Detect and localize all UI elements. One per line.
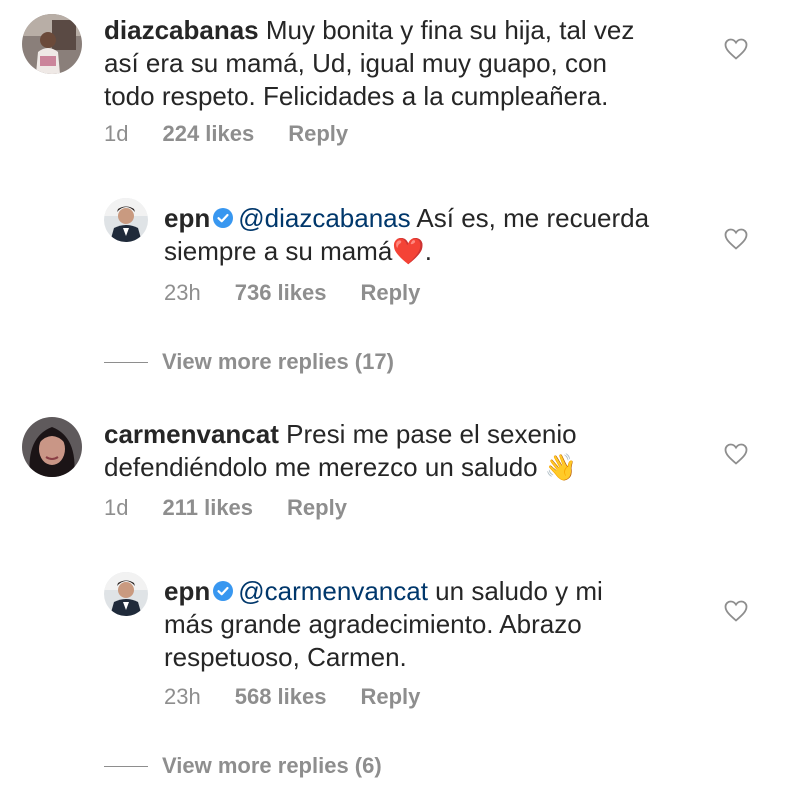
timestamp: 23h [164, 280, 201, 305]
avatar[interactable] [22, 14, 82, 74]
username[interactable]: epn [164, 203, 210, 233]
likes-count[interactable]: 568 likes [235, 684, 327, 710]
comment-meta: 1d 211 likes Reply [104, 495, 381, 521]
waving-hand-emoji: 👋 [544, 452, 578, 482]
likes-count[interactable]: 224 likes [162, 121, 254, 147]
view-more-replies-button[interactable]: View more replies (6) [104, 753, 382, 779]
reply-meta: 23h 568 likes Reply [164, 684, 454, 710]
divider-line [104, 361, 148, 363]
verified-badge-icon [212, 577, 234, 601]
avatar[interactable] [22, 417, 82, 477]
heart-emoji: ❤️ [392, 236, 425, 266]
like-heart-icon[interactable] [724, 228, 748, 250]
likes-count[interactable]: 211 likes [162, 495, 253, 521]
comment-meta: 1d 224 likes Reply [104, 121, 382, 147]
username[interactable]: epn [164, 576, 210, 606]
verified-badge-icon [212, 204, 234, 228]
avatar[interactable] [104, 572, 148, 616]
timestamp: 1d [104, 121, 129, 146]
comment-text: diazcabanas Muy bonita y fina su hija, t… [104, 15, 635, 111]
timestamp: 23h [164, 684, 201, 709]
reply-button[interactable]: Reply [360, 280, 420, 306]
reply-button[interactable]: Reply [288, 121, 348, 147]
like-heart-icon[interactable] [724, 38, 748, 60]
likes-count[interactable]: 736 likes [235, 280, 327, 306]
reply-button[interactable]: Reply [360, 684, 420, 710]
mention-link[interactable]: @carmenvancat [238, 576, 428, 606]
reply-text: epn @carmenvancat un saludo y mi más gran… [164, 576, 603, 672]
username[interactable]: diazcabanas [104, 15, 259, 45]
comment-text: carmenvancat Presi me pase el sexenio de… [104, 419, 578, 482]
view-more-replies-button[interactable]: View more replies (17) [104, 349, 394, 375]
like-heart-icon[interactable] [724, 443, 748, 465]
divider-line [104, 765, 148, 767]
avatar[interactable] [104, 198, 148, 242]
mention-link[interactable]: @diazcabanas [238, 203, 410, 233]
username[interactable]: carmenvancat [104, 419, 279, 449]
reply-button[interactable]: Reply [287, 495, 347, 521]
reply-meta: 23h 736 likes Reply [164, 280, 454, 306]
timestamp: 1d [104, 495, 129, 520]
like-heart-icon[interactable] [724, 600, 748, 622]
reply-text: epn @diazcabanas Así es, me recuerda siem… [164, 203, 650, 266]
